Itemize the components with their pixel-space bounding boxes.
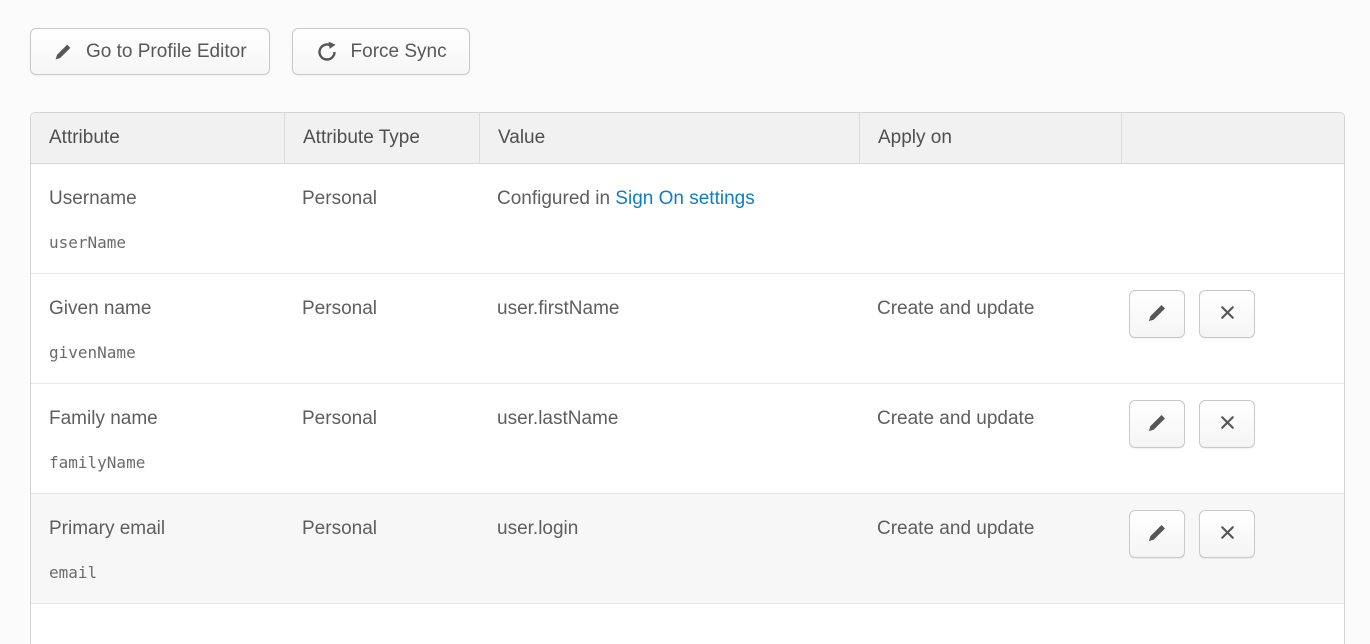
close-icon: [1216, 521, 1239, 547]
attribute-label: Family name: [49, 408, 284, 430]
edit-attribute-button[interactable]: [1129, 400, 1185, 448]
delete-attribute-button[interactable]: [1199, 290, 1255, 338]
column-header-attribute: Attribute: [31, 113, 284, 163]
toolbar: Go to Profile Editor Force Sync: [30, 28, 470, 75]
actions-cell: [1121, 494, 1344, 603]
apply-on-cell: Create and update: [859, 494, 1121, 603]
apply-on-cell: [859, 164, 1121, 273]
table-row: Username userName Personal Configured in…: [31, 164, 1344, 274]
column-header-actions: [1121, 113, 1344, 163]
table-row-partial: [31, 604, 1344, 644]
apply-on-cell: Create and update: [859, 384, 1121, 493]
attribute-type-cell: Personal: [284, 494, 479, 603]
column-header-attribute-type: Attribute Type: [284, 113, 479, 163]
pencil-icon: [1146, 411, 1169, 437]
actions-cell: [1121, 274, 1344, 383]
edit-attribute-button[interactable]: [1129, 510, 1185, 558]
pencil-icon: [53, 41, 74, 62]
attribute-cell: Given name givenName: [31, 274, 284, 383]
close-icon: [1216, 301, 1239, 327]
force-sync-button[interactable]: Force Sync: [292, 28, 470, 75]
attribute-type-cell: Personal: [284, 384, 479, 493]
value-cell: user.firstName: [479, 274, 859, 383]
attribute-variable-name: givenName: [49, 344, 284, 362]
table-row: Primary email email Personal user.login …: [31, 494, 1344, 604]
sign-on-settings-link[interactable]: Sign On settings: [615, 188, 754, 209]
attribute-label: Username: [49, 188, 284, 210]
table-header-row: Attribute Attribute Type Value Apply on: [31, 113, 1344, 164]
pencil-icon: [1146, 301, 1169, 327]
pencil-icon: [1146, 521, 1169, 547]
attribute-label: Given name: [49, 298, 284, 320]
attribute-cell: Family name familyName: [31, 384, 284, 493]
go-to-profile-editor-button[interactable]: Go to Profile Editor: [30, 28, 270, 75]
actions-cell: [1121, 384, 1344, 493]
attribute-type-cell: Personal: [284, 164, 479, 273]
actions-cell: [1121, 164, 1344, 273]
delete-attribute-button[interactable]: [1199, 400, 1255, 448]
column-header-value: Value: [479, 113, 859, 163]
attribute-variable-name: userName: [49, 234, 284, 252]
column-header-apply-on: Apply on: [859, 113, 1121, 163]
attribute-type-cell: Personal: [284, 274, 479, 383]
value-cell: user.login: [479, 494, 859, 603]
attribute-label: Primary email: [49, 518, 284, 540]
attribute-cell: Primary email email: [31, 494, 284, 603]
go-to-profile-editor-label: Go to Profile Editor: [86, 41, 247, 63]
edit-attribute-button[interactable]: [1129, 290, 1185, 338]
table-row: Given name givenName Personal user.first…: [31, 274, 1344, 384]
attribute-variable-name: email: [49, 564, 284, 582]
attribute-mappings-table: Attribute Attribute Type Value Apply on …: [30, 112, 1345, 644]
refresh-icon: [315, 40, 339, 64]
force-sync-label: Force Sync: [351, 41, 447, 63]
apply-on-cell: Create and update: [859, 274, 1121, 383]
value-cell: Configured in Sign On settings: [479, 164, 859, 273]
close-icon: [1216, 411, 1239, 437]
value-cell: user.lastName: [479, 384, 859, 493]
attribute-cell: Username userName: [31, 164, 284, 273]
table-row: Family name familyName Personal user.las…: [31, 384, 1344, 494]
attribute-variable-name: familyName: [49, 454, 284, 472]
delete-attribute-button[interactable]: [1199, 510, 1255, 558]
value-text: Configured in: [497, 188, 615, 209]
